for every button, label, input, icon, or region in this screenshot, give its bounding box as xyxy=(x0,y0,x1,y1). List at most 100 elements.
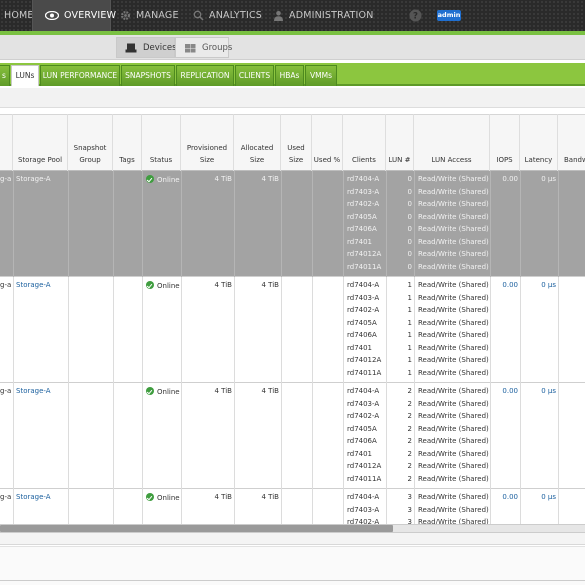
lun-access: Read/Write (Shared) xyxy=(418,318,489,327)
column-divider xyxy=(68,171,69,277)
client-name[interactable]: rd74011A xyxy=(347,262,385,273)
lun-access: Read/Write (Shared) xyxy=(418,175,489,183)
tab-vmms[interactable]: VMMs xyxy=(305,65,337,86)
client-name[interactable]: rd7405A xyxy=(347,424,385,435)
col-header-iops[interactable]: IOPS xyxy=(490,114,520,171)
column-divider xyxy=(281,277,282,383)
lun-number: 2 xyxy=(407,437,412,445)
col-header-storage-pool[interactable]: Storage Pool xyxy=(13,114,68,171)
client-name[interactable]: rd7401 xyxy=(347,343,385,354)
lun-number: 1 xyxy=(407,368,412,377)
tab-partial[interactable]: s xyxy=(0,65,10,86)
client-name[interactable]: rd7406A xyxy=(347,330,385,341)
client-name[interactable]: rd7403-A xyxy=(347,293,385,304)
lun-name[interactable]: g-a xyxy=(0,492,13,503)
table-row[interactable]: g-a Storage-A Online 4 TiB 4 TiB 0.00 0 µs rd74… xyxy=(0,383,585,489)
col-header-tags[interactable]: Tags xyxy=(113,114,142,171)
lun-access: Read/Write (Shared) xyxy=(418,293,489,302)
column-divider xyxy=(343,383,344,489)
client-name[interactable]: rd7405A xyxy=(347,318,385,329)
nav-administration[interactable]: ADMINISTRATION xyxy=(273,0,373,31)
column-divider xyxy=(234,383,235,489)
client-name[interactable]: rd7403-A xyxy=(347,505,385,516)
client-name[interactable]: rd7404-A xyxy=(347,174,385,185)
tab-luns[interactable]: LUNs xyxy=(11,65,39,86)
scrollbar-thumb[interactable] xyxy=(0,525,393,532)
eye-icon xyxy=(45,11,59,20)
client-name[interactable]: rd74012A xyxy=(347,355,385,366)
iops-value: 0.00 xyxy=(502,493,518,501)
lun-number: 1 xyxy=(407,293,412,302)
provisioned-size: 4 TiB xyxy=(214,175,233,183)
column-divider xyxy=(490,277,491,383)
status-text: Online xyxy=(157,282,180,290)
col-header-used-pct[interactable]: Used % xyxy=(312,114,343,171)
col-header-lun-access[interactable]: LUN Access xyxy=(414,114,490,171)
col-header-lun-num[interactable]: LUN # xyxy=(386,114,414,171)
tab-replication[interactable]: REPLICATION xyxy=(176,65,234,86)
client-name[interactable]: rd7406A xyxy=(347,224,385,235)
table-row[interactable]: g-a Storage-A Online 4 TiB 4 TiB 0.00 0 µs rd74… xyxy=(0,171,585,277)
client-name[interactable]: rd7403-A xyxy=(347,399,385,410)
table-row[interactable]: g-a Storage-A Online 4 TiB 4 TiB 0.00 0 µs rd74… xyxy=(0,489,585,526)
client-name[interactable]: rd7403-A xyxy=(347,187,385,198)
tab-lun-performance[interactable]: LUN PERFORMANCE xyxy=(40,65,120,86)
lun-access: Read/Write (Shared) xyxy=(418,449,489,458)
client-name[interactable]: rd7405A xyxy=(347,212,385,223)
client-name[interactable]: rd74011A xyxy=(347,368,385,379)
col-header-allocated-size[interactable]: Allocated Size xyxy=(234,114,281,171)
client-name[interactable]: rd7404-A xyxy=(347,280,385,291)
client-name[interactable]: rd7402-A xyxy=(347,305,385,316)
user-badge[interactable]: admin xyxy=(437,10,461,21)
storage-pool-link[interactable]: Storage-A xyxy=(16,280,66,291)
column-divider xyxy=(558,489,559,525)
column-divider xyxy=(312,383,313,489)
lun-number: 2 xyxy=(407,387,412,395)
storage-pool-link[interactable]: Storage-A xyxy=(16,174,66,185)
client-name[interactable]: rd74012A xyxy=(347,249,385,260)
client-name[interactable]: rd7402-A xyxy=(347,411,385,422)
lun-name[interactable]: g-a xyxy=(0,174,13,185)
client-name[interactable]: rd74011A xyxy=(347,474,385,485)
client-name[interactable]: rd7404-A xyxy=(347,386,385,397)
nav-manage[interactable]: MANAGE xyxy=(120,0,190,31)
status-cell: Online xyxy=(146,493,180,504)
lun-access: Read/Write (Shared) xyxy=(418,212,489,221)
subtab-groups[interactable]: Groups xyxy=(175,37,232,58)
nav-overview[interactable]: OVERVIEW xyxy=(32,0,116,31)
column-divider xyxy=(520,277,521,383)
col-header-status[interactable]: Status xyxy=(142,114,181,171)
table-row[interactable]: g-a Storage-A Online 4 TiB 4 TiB 0.00 0 µs rd74… xyxy=(0,277,585,383)
nav-home[interactable]: HOME xyxy=(0,0,33,31)
client-name[interactable]: rd7406A xyxy=(347,436,385,447)
lun-name[interactable]: g-a xyxy=(0,280,13,291)
col-header-name[interactable] xyxy=(0,114,13,171)
table-footer xyxy=(0,533,585,545)
nav-analytics[interactable]: ANALYTICS xyxy=(193,0,273,31)
col-header-provisioned-size[interactable]: Provisioned Size xyxy=(181,114,234,171)
column-divider xyxy=(142,171,143,277)
subtab-devices[interactable]: Devices xyxy=(116,37,177,58)
client-name[interactable]: rd7401 xyxy=(347,237,385,248)
storage-pool-link[interactable]: Storage-A xyxy=(16,386,66,397)
tab-hbas[interactable]: HBAs xyxy=(275,65,304,86)
client-name[interactable]: rd74012A xyxy=(347,461,385,472)
provisioned-size: 4 TiB xyxy=(214,493,233,501)
col-header-snapshot-group[interactable]: Snapshot Group xyxy=(68,114,113,171)
tab-snapshots[interactable]: SNAPSHOTS xyxy=(121,65,175,86)
col-header-clients[interactable]: Clients xyxy=(343,114,386,171)
column-divider xyxy=(68,383,69,489)
client-name[interactable]: rd7401 xyxy=(347,449,385,460)
lun-access: Read/Write (Shared) xyxy=(418,356,489,364)
client-name[interactable]: rd7402-A xyxy=(347,199,385,210)
client-name[interactable]: rd7404-A xyxy=(347,492,385,503)
column-divider xyxy=(490,171,491,277)
col-header-bandwidth[interactable]: Bandw xyxy=(558,114,585,171)
col-header-used-size[interactable]: Used Size xyxy=(281,114,312,171)
lun-name[interactable]: g-a xyxy=(0,386,13,397)
col-header-latency[interactable]: Latency xyxy=(520,114,558,171)
help-icon[interactable]: ? xyxy=(409,9,422,22)
storage-pool-link[interactable]: Storage-A xyxy=(16,492,66,503)
provisioned-size: 4 TiB xyxy=(214,281,233,289)
tab-clients[interactable]: CLIENTS xyxy=(235,65,274,86)
